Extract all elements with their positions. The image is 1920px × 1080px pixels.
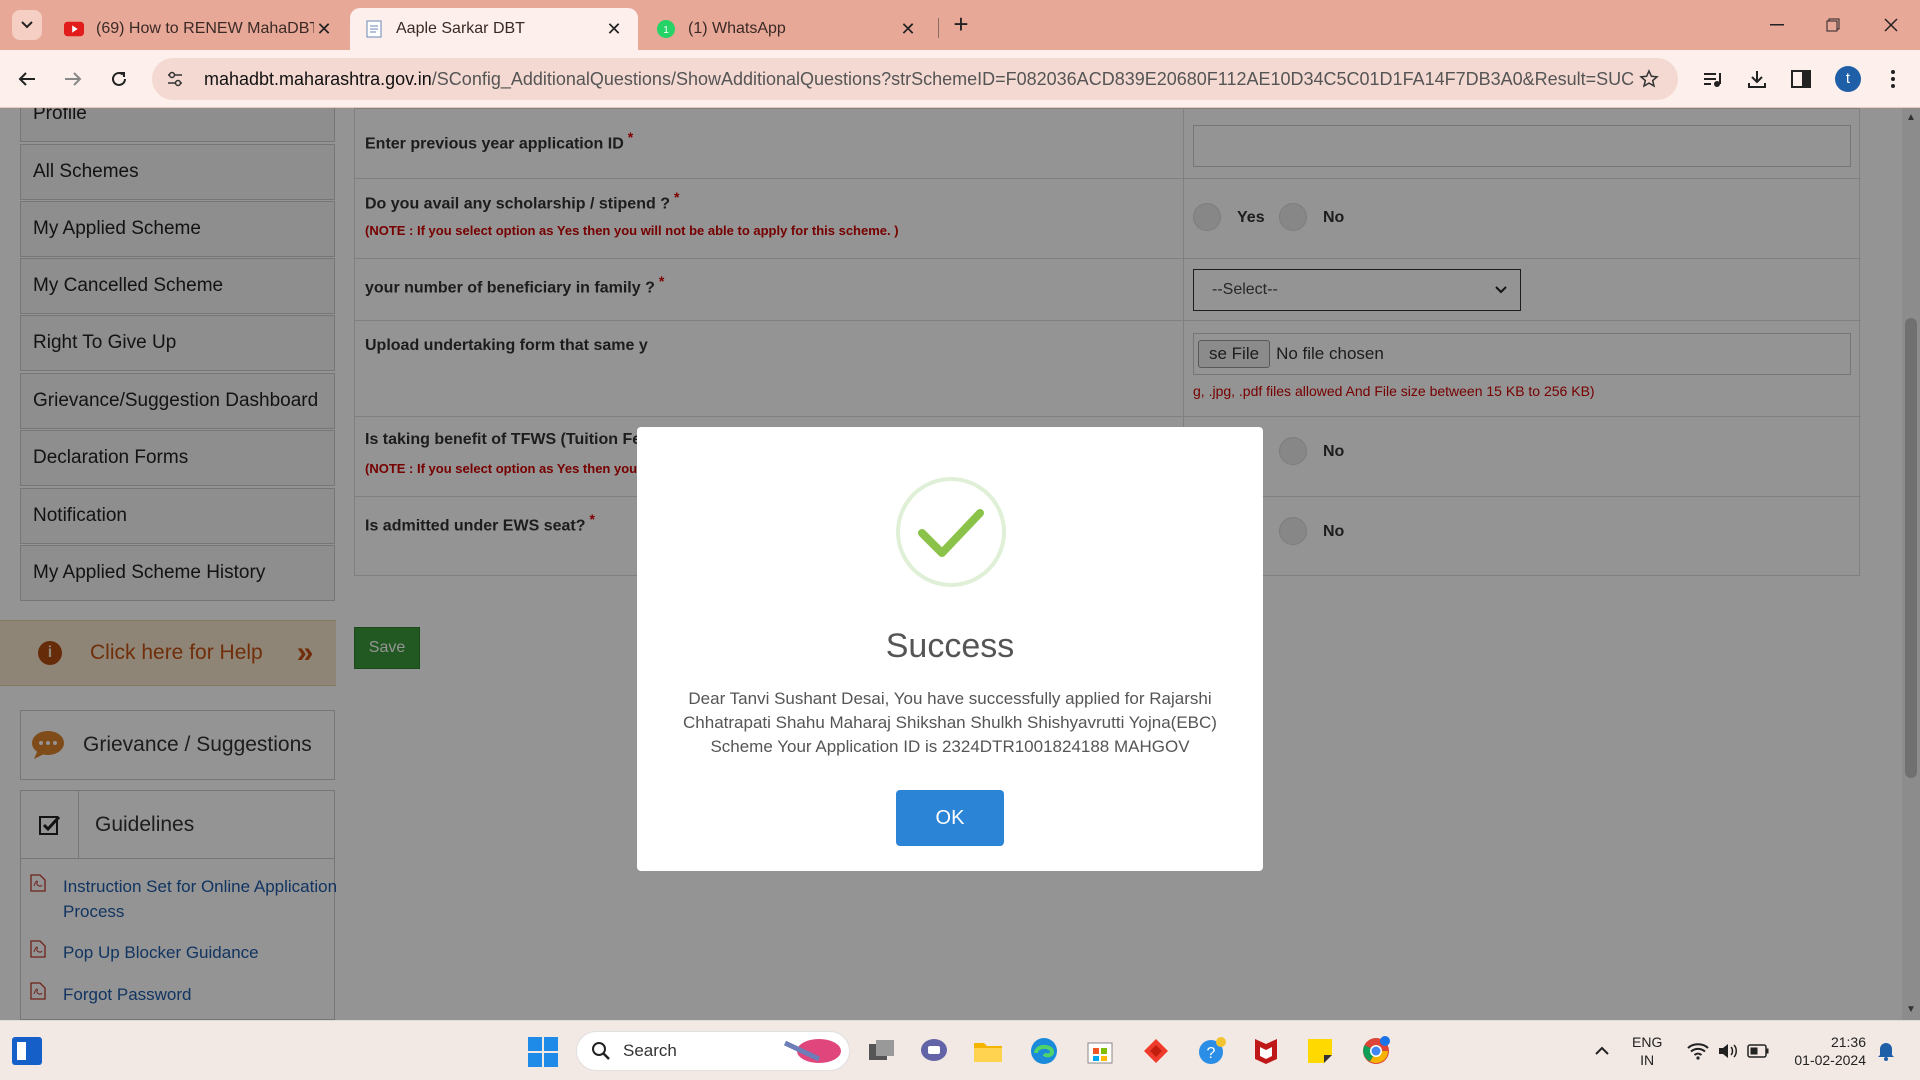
clock-time: 21:36 (1830, 1034, 1866, 1050)
battery-icon[interactable] (1742, 1035, 1774, 1067)
back-button[interactable] (12, 64, 42, 94)
side-panel-icon (1791, 70, 1811, 88)
close-icon[interactable]: ✕ (314, 19, 334, 40)
close-icon[interactable]: ✕ (898, 19, 918, 40)
notification-bell-icon[interactable] (1870, 1035, 1902, 1067)
arrow-left-icon (18, 72, 35, 86)
ok-button[interactable]: OK (896, 790, 1004, 846)
site-settings-icon[interactable] (164, 68, 186, 90)
forward-button[interactable] (58, 64, 88, 94)
reload-button[interactable] (104, 64, 134, 94)
media-queue-icon (1704, 73, 1721, 87)
reload-icon (112, 71, 126, 86)
tab-youtube[interactable]: (69) How to RENEW MahaDBT S ✕ (50, 8, 348, 50)
wifi-icon[interactable] (1682, 1035, 1714, 1067)
bookmark-star-icon[interactable] (1634, 64, 1664, 94)
dialog-message-line: Scheme Your Application ID is 2324DTR100… (710, 737, 1190, 756)
document-icon (364, 19, 384, 39)
whatsapp-icon: 1 (656, 19, 676, 39)
side-panel-button[interactable] (1786, 64, 1816, 94)
media-control-button[interactable] (1698, 64, 1728, 94)
language-code: ENG (1632, 1034, 1663, 1050)
show-hidden-icons-chevron-up-icon[interactable] (1586, 1035, 1618, 1067)
dialog-message-line: Dear Tanvi Sushant Desai, You have succe… (688, 689, 1212, 708)
svg-text:1: 1 (663, 25, 669, 36)
tab-title: (1) WhatsApp (688, 20, 786, 37)
task-view-icon[interactable] (866, 1035, 898, 1067)
download-icon (1748, 71, 1766, 88)
chevron-down-icon (21, 21, 33, 29)
teams-chat-icon[interactable] (918, 1035, 950, 1067)
anydesk-icon[interactable] (1140, 1035, 1172, 1067)
restore-button[interactable] (1818, 12, 1848, 38)
tab-whatsapp[interactable]: 1 (1) WhatsApp ✕ (642, 8, 932, 50)
file-explorer-icon[interactable] (972, 1035, 1004, 1067)
region-code: IN (1640, 1052, 1655, 1068)
dialog-message: Dear Tanvi Sushant Desai, You have succe… (657, 687, 1243, 759)
tab-title: Aaple Sarkar DBT (396, 20, 525, 37)
new-tab-button[interactable]: + (948, 11, 974, 38)
restore-icon (1826, 18, 1840, 32)
url-path: /SConfig_AdditionalQuestions/ShowAdditio… (431, 68, 1634, 89)
volume-icon[interactable] (1712, 1035, 1744, 1067)
minimize-button[interactable] (1762, 12, 1792, 38)
get-help-icon[interactable]: ? (1196, 1035, 1228, 1067)
input-language-indicator[interactable]: ENG IN (1632, 1033, 1662, 1069)
widgets-icon[interactable] (12, 1037, 42, 1065)
browser-menu-button[interactable] (1878, 64, 1908, 94)
windows-taskbar: Search ? ENG IN 21:36 01-02-2024 (0, 1020, 1920, 1080)
address-bar[interactable]: mahadbt.maharashtra.gov.in/SConfig_Addit… (152, 58, 1678, 100)
minimize-icon (1770, 24, 1784, 26)
arrow-right-icon (65, 72, 82, 86)
browser-tab-bar: (69) How to RENEW MahaDBT S ✕ Aaple Sark… (0, 0, 1920, 50)
chrome-icon[interactable] (1360, 1035, 1392, 1067)
youtube-icon (64, 19, 84, 39)
edge-browser-icon[interactable] (1028, 1035, 1060, 1067)
close-window-button[interactable] (1876, 12, 1906, 38)
tab-title: (69) How to RENEW MahaDBT S (96, 20, 314, 37)
profile-avatar[interactable]: t (1835, 66, 1861, 92)
tab-separator (938, 18, 939, 38)
url-host: mahadbt.maharashtra.gov.in (204, 68, 432, 89)
dialog-title: Success (885, 627, 1015, 665)
dialog-message-line: Chhatrapati Shahu Maharaj Shikshan Shulk… (683, 713, 1217, 732)
svg-text:?: ? (1207, 1045, 1216, 1062)
search-label: Search (623, 1041, 677, 1060)
start-button[interactable] (528, 1037, 558, 1067)
close-icon[interactable]: ✕ (604, 19, 624, 40)
success-check-icon (896, 477, 1006, 587)
downloads-button[interactable] (1742, 64, 1772, 94)
clock-date: 01-02-2024 (1794, 1052, 1866, 1068)
browser-toolbar: mahadbt.maharashtra.gov.in/SConfig_Addit… (0, 50, 1920, 108)
close-icon (1884, 18, 1898, 32)
success-dialog: Success Dear Tanvi Sushant Desai, You ha… (637, 427, 1263, 871)
more-vert-icon (1891, 70, 1895, 88)
search-highlight-icon (783, 1039, 841, 1063)
clock[interactable]: 21:36 01-02-2024 (1786, 1033, 1866, 1069)
tab-search-button[interactable] (12, 10, 42, 40)
web-page: Profile All Schemes My Applied Scheme My… (0, 108, 1920, 1020)
microsoft-store-icon[interactable] (1084, 1035, 1116, 1067)
taskbar-search[interactable]: Search (576, 1031, 850, 1071)
sticky-notes-icon[interactable] (1304, 1035, 1336, 1067)
tab-aaple-sarkar[interactable]: Aaple Sarkar DBT ✕ (350, 8, 638, 50)
search-icon (592, 1042, 610, 1060)
mcafee-icon[interactable] (1250, 1035, 1282, 1067)
url-text[interactable]: mahadbt.maharashtra.gov.in/SConfig_Addit… (204, 69, 1634, 90)
